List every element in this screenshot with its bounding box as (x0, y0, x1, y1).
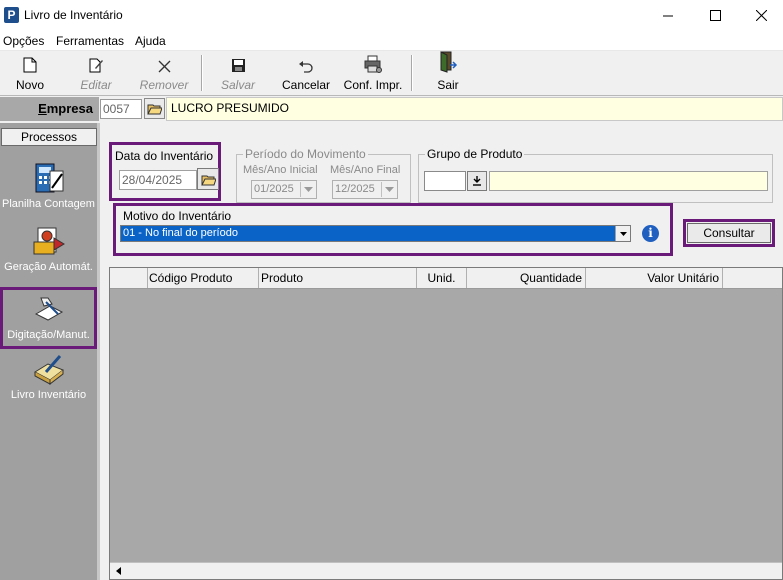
inventory-grid: Código Produto Produto Unid. Quantidade … (109, 267, 783, 580)
new-document-icon (23, 57, 37, 73)
scroll-left-button[interactable] (110, 563, 127, 579)
chevron-down-icon (384, 187, 394, 192)
data-inventario-field[interactable]: 28/04/2025 (119, 170, 197, 190)
grupo-produto-lookup-button[interactable] (467, 171, 487, 191)
menu-ajuda[interactable]: Ajuda (135, 34, 166, 48)
col-unid[interactable]: Unid. (417, 268, 467, 288)
motivo-group: Motivo do Inventário 01 - No final do pe… (118, 209, 665, 253)
calculator-icon (35, 163, 63, 193)
hand-writing-icon (34, 297, 63, 321)
empresa-label: Empresa (0, 97, 99, 121)
maximize-icon (709, 10, 721, 21)
data-inventario-group: Data do Inventário 28/04/2025 (113, 149, 219, 198)
toolbar: Novo Editar Remover Salvar Cancelar Conf… (0, 51, 783, 96)
data-inventario-picker-button[interactable] (197, 168, 219, 190)
toolbar-separator (201, 55, 203, 91)
col-produto[interactable]: Produto (259, 268, 417, 288)
salvar-button[interactable]: Salvar (216, 53, 260, 95)
chevron-down-icon (303, 187, 313, 192)
processos-panel: Processos Planilha Contagem Geração Auto… (0, 123, 100, 580)
col-valor-unitario[interactable]: Valor Unitário (586, 268, 723, 288)
close-button[interactable] (738, 0, 783, 31)
novo-button[interactable]: Novo (8, 53, 52, 95)
grupo-produto-group: Grupo de Produto (418, 147, 773, 203)
toolbar-separator (411, 55, 413, 91)
empresa-row: Empresa 0057 LUCRO PRESUMIDO (0, 97, 783, 121)
col-quantidade[interactable]: Quantidade (467, 268, 586, 288)
window-title: Livro de Inventário (24, 8, 123, 22)
grupo-produto-name-field (489, 171, 768, 191)
proc-planilha-contagem[interactable]: Planilha Contagem (0, 159, 97, 210)
open-folder-icon (147, 104, 162, 115)
grupo-produto-legend: Grupo de Produto (425, 147, 525, 161)
save-disk-icon (231, 59, 245, 72)
motivo-legend: Motivo do Inventário (121, 209, 234, 223)
consultar-button[interactable]: Consultar (687, 223, 771, 243)
menu-bar: Opções Ferramentas Ajuda (0, 31, 783, 51)
motivo-select[interactable]: 01 - No final do período (120, 225, 631, 242)
remove-x-icon (158, 60, 170, 73)
info-icon[interactable]: i (642, 225, 659, 242)
col-codigo-produto[interactable]: Código Produto (148, 268, 259, 288)
mes-ano-inicial-select[interactable]: 01/2025 (251, 180, 317, 199)
chevron-down-icon (619, 231, 627, 236)
empresa-lookup-button[interactable] (144, 98, 165, 119)
remover-button[interactable]: Remover (138, 53, 190, 95)
proc-livro-inventario[interactable]: Livro Inventário (0, 350, 97, 401)
edit-document-icon (89, 58, 103, 73)
grid-header: Código Produto Produto Unid. Quantidade … (110, 268, 782, 289)
app-icon: P (4, 7, 19, 23)
minimize-icon (663, 15, 673, 16)
menu-opcoes[interactable]: Opções (3, 34, 44, 48)
editar-button[interactable]: Editar (74, 53, 118, 95)
periodo-group: Período do Movimento Mês/Ano Inicial Mês… (236, 147, 411, 203)
conf-impr-button[interactable]: Conf. Impr. (340, 53, 406, 95)
periodo-legend: Período do Movimento (243, 147, 368, 161)
exit-door-icon (440, 51, 458, 73)
empresa-name-field: LUCRO PRESUMIDO (166, 97, 783, 121)
grid-indicator-column (110, 268, 148, 288)
printer-settings-icon (364, 55, 382, 73)
open-folder-icon (200, 175, 216, 185)
title-bar: P Livro de Inventário (0, 0, 783, 31)
close-icon (755, 10, 767, 21)
empresa-code-field[interactable]: 0057 (100, 99, 142, 119)
horizontal-scrollbar[interactable] (110, 562, 782, 579)
book-pen-icon (33, 355, 64, 386)
proc-digitacao-manut[interactable]: Digitação/Manut. (0, 287, 97, 349)
main-area: Data do Inventário 28/04/2025 Período do… (103, 123, 783, 580)
minimize-button[interactable] (645, 0, 691, 31)
proc-geracao-automat[interactable]: Geração Automát. (0, 222, 97, 273)
data-inventario-legend: Data do Inventário (113, 149, 216, 163)
mes-ano-inicial-label: Mês/Ano Inicial (243, 164, 318, 176)
grupo-produto-code-field[interactable] (424, 171, 466, 191)
mes-ano-final-label: Mês/Ano Final (330, 164, 401, 176)
processos-header[interactable]: Processos (1, 128, 97, 146)
mes-ano-final-select[interactable]: 12/2025 (332, 180, 398, 199)
gear-document-icon (33, 227, 65, 255)
undo-arrow-icon (299, 61, 313, 73)
menu-ferramentas[interactable]: Ferramentas (56, 34, 124, 48)
chevron-left-icon (116, 567, 121, 575)
sair-button[interactable]: Sair (428, 51, 468, 95)
cancelar-button[interactable]: Cancelar (280, 53, 332, 95)
download-arrow-icon (473, 176, 481, 186)
maximize-button[interactable] (692, 0, 738, 31)
